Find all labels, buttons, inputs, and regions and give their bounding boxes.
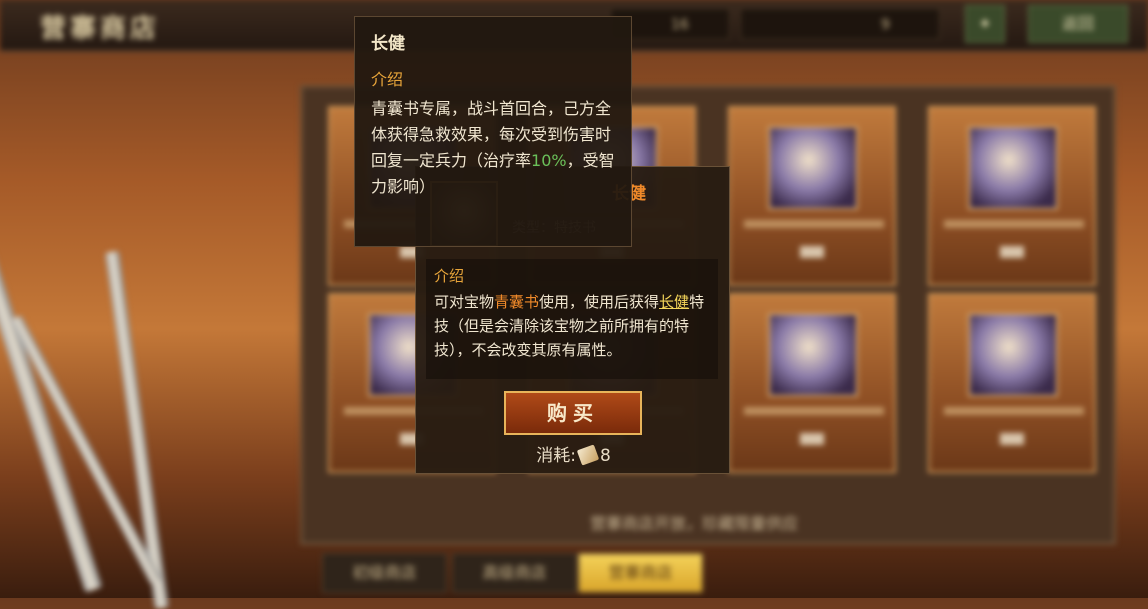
resource-1-value: 16 bbox=[671, 17, 689, 33]
shop-item-card[interactable] bbox=[728, 293, 896, 473]
treasure-name: 青囊书 bbox=[494, 293, 540, 311]
tab-advanced-shop[interactable]: 高级商店 bbox=[452, 553, 577, 593]
scroll-icon-button[interactable]: ✦ bbox=[965, 5, 1005, 43]
skill-link[interactable]: 长健 bbox=[659, 293, 689, 311]
skill-tooltip: 长健 介绍 青囊书专属，战斗首回合，己方全体获得急救效果，每次受到伤害时回复一定… bbox=[354, 16, 632, 247]
scroll-currency-icon bbox=[576, 444, 600, 466]
item-description-label: 介绍 bbox=[434, 267, 465, 285]
heal-rate: 10% bbox=[531, 151, 567, 170]
item-description-box: 介绍 可对宝物青囊书使用，使用后获得长健特技（但是会清除该宝物之前所拥有的特技）… bbox=[426, 259, 718, 379]
shop-title: 营寨商店 bbox=[40, 14, 161, 44]
item-description: 可对宝物青囊书使用，使用后获得长健特技（但是会清除该宝物之前所拥有的特技），不会… bbox=[434, 290, 710, 362]
shop-item-card[interactable] bbox=[928, 106, 1096, 286]
skill-title: 长健 bbox=[371, 34, 405, 54]
desc-text-a: 可对宝物 bbox=[434, 293, 495, 311]
footer-note: 营寨商店开放，珍藏限量供应 bbox=[590, 514, 799, 533]
cost-label: 消耗: bbox=[536, 446, 576, 466]
shop-item-card[interactable] bbox=[728, 106, 896, 286]
skill-description: 青囊书专属，战斗首回合，己方全体获得急救效果，每次受到伤害时回复一定兵力（治疗率… bbox=[371, 96, 615, 200]
buy-button[interactable]: 购买 bbox=[504, 391, 642, 435]
desc-text-b: 使用，使用后获得 bbox=[539, 293, 660, 311]
resource-2-value: 9 bbox=[881, 17, 890, 33]
cost-row: 消耗: 8 bbox=[416, 441, 731, 466]
return-label: 返回 bbox=[1061, 14, 1094, 33]
cost-value: 8 bbox=[599, 446, 611, 466]
tab-basic-shop[interactable]: 初级商店 bbox=[322, 553, 447, 593]
shop-item-card[interactable] bbox=[928, 293, 1096, 473]
tab-camp-shop[interactable]: 营寨商店 bbox=[578, 553, 703, 593]
resource-counter-2: 9 bbox=[740, 8, 940, 40]
skill-section-label: 介绍 bbox=[371, 70, 404, 89]
return-button[interactable]: 返回 bbox=[1028, 5, 1128, 43]
